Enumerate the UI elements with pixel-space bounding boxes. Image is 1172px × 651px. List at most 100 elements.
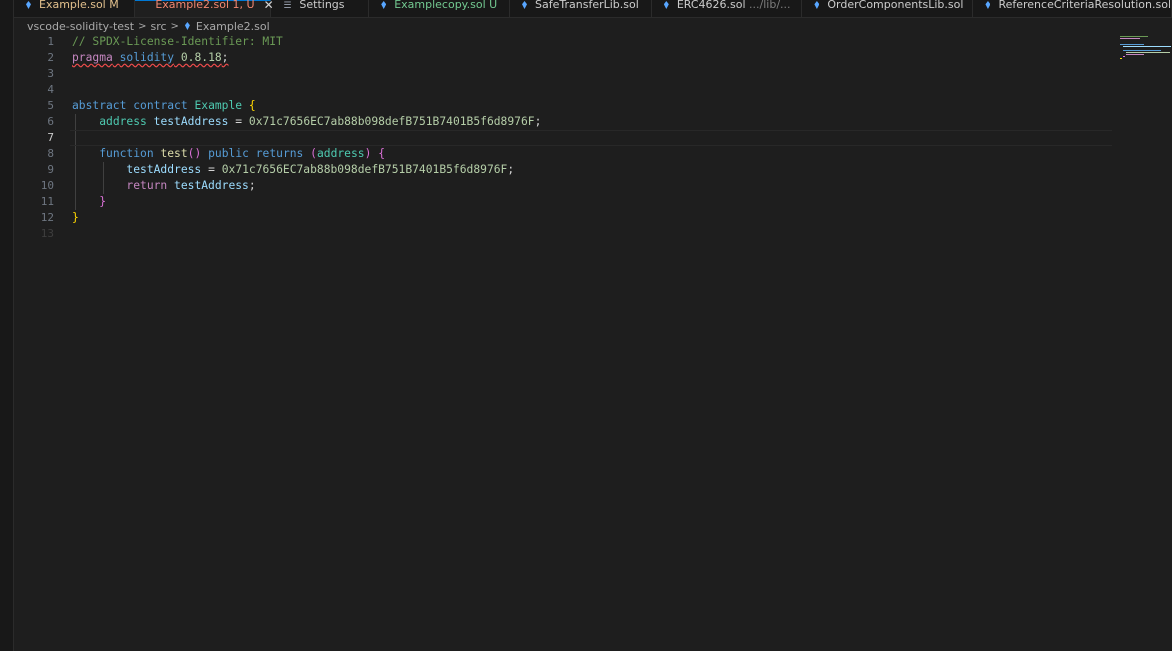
- minimap-line: [1120, 58, 1122, 59]
- keyword-token: public: [208, 147, 249, 160]
- brace-token: {: [378, 147, 386, 160]
- code-line: pragma solidity 0.8.18;: [72, 50, 1112, 66]
- line-number: 9: [47, 163, 54, 176]
- line-number: 1: [47, 35, 54, 48]
- minimap-line: [1123, 46, 1171, 47]
- brace-token: {: [248, 99, 256, 112]
- tab-label: Example2.sol 1, U: [155, 0, 254, 10]
- line-number: 5: [47, 99, 54, 112]
- keyword-token: solidity: [119, 51, 175, 64]
- tab-label: Settings: [299, 0, 344, 10]
- minimap-line: [1120, 36, 1148, 37]
- tab-settings[interactable]: ☰ Settings: [271, 0, 370, 17]
- solidity-file-icon: [381, 1, 387, 9]
- indent-guide: [75, 162, 76, 178]
- minimap-line: [1123, 50, 1161, 51]
- tab-filename: ERC4626.sol: [676, 0, 746, 11]
- line-number: 13: [40, 227, 54, 240]
- minimap[interactable]: [1118, 34, 1172, 74]
- indent-guide: [75, 194, 76, 210]
- code-line: return testAddress;: [72, 178, 1112, 194]
- minimap-line: [1123, 56, 1125, 57]
- tab-examplecopy-sol[interactable]: Examplecopy.sol U: [369, 0, 511, 17]
- keyword-token: function: [99, 147, 154, 160]
- indent-guide: [75, 146, 76, 162]
- solidity-file-icon: [522, 1, 528, 9]
- contract-name-token: Example: [194, 99, 243, 112]
- tab-status: 1, U: [232, 0, 255, 11]
- breadcrumb-item-file[interactable]: Example2.sol: [196, 20, 270, 33]
- error-squiggle[interactable]: pragma solidity 0.8.18;: [72, 51, 228, 64]
- keyword-token: pragma: [72, 51, 113, 64]
- tab-status: M: [109, 0, 119, 11]
- keyword-token: returns: [255, 147, 304, 160]
- code-line: address testAddress = 0x71c7656EC7ab88b0…: [72, 114, 1112, 130]
- tab-status: U: [489, 0, 498, 11]
- breadcrumb-item-folder[interactable]: vscode-solidity-test: [27, 20, 134, 33]
- keyword-token: abstract: [72, 99, 127, 112]
- line-number-gutter: 1 2 3 4 5 6 7 8 9 10 11 12 13: [14, 34, 54, 242]
- chevron-right-icon: >: [138, 20, 147, 32]
- code-line: function test() public returns (address)…: [72, 146, 1112, 162]
- code-editor[interactable]: 1 2 3 4 5 6 7 8 9 10 11 12 13 // SPDX-Li…: [14, 34, 1120, 651]
- variable-token: testAddress: [153, 115, 229, 128]
- code-area[interactable]: // SPDX-License-Identifier: MIT pragma s…: [70, 34, 1112, 242]
- chevron-right-icon: >: [170, 20, 179, 32]
- paren-token: (: [310, 147, 317, 160]
- code-line: }: [72, 194, 1112, 210]
- solidity-file-icon: [985, 1, 991, 9]
- tab-path-hint: .../lib/...: [749, 0, 791, 11]
- breadcrumb: vscode-solidity-test > src > Example2.so…: [27, 18, 270, 34]
- code-line: abstract contract Example {: [72, 98, 1112, 114]
- brace-token: }: [72, 211, 79, 224]
- tab-label: SafeTransferLib.sol: [535, 0, 639, 10]
- editor-tab-bar: Example.sol M Example2.sol 1, U ✕ ☰ Sett…: [14, 0, 1172, 18]
- brace-token: }: [99, 195, 107, 208]
- tab-erc4626-sol[interactable]: ERC4626.sol .../lib/...: [652, 0, 803, 17]
- paren-token: ): [194, 147, 202, 160]
- tab-safetransferlib-sol[interactable]: SafeTransferLib.sol: [510, 0, 652, 17]
- address-literal-token: 0x71c7656EC7ab88b098defB751B7401B5f6d897…: [221, 163, 508, 176]
- tab-ordercomponentslib-sol[interactable]: OrderComponentsLib.sol: [802, 0, 974, 17]
- line-number-current: 7: [47, 131, 54, 144]
- minimap-line: [1126, 52, 1170, 53]
- tab-filename: Example.sol: [39, 0, 106, 11]
- tab-filename: Example2.sol: [155, 0, 230, 11]
- solidity-file-icon: [814, 1, 820, 9]
- code-line: }: [72, 210, 1112, 226]
- operator-token: =: [208, 163, 215, 176]
- solidity-file-icon: [184, 22, 190, 30]
- semicolon-token: ;: [248, 179, 256, 192]
- keyword-token: return: [126, 179, 168, 192]
- code-line: testAddress = 0x71c7656EC7ab88b098defB75…: [72, 162, 1112, 178]
- tab-example2-sol[interactable]: Example2.sol 1, U ✕: [135, 0, 274, 17]
- variable-token: testAddress: [126, 163, 202, 176]
- code-line: // SPDX-License-Identifier: MIT: [72, 34, 1112, 50]
- solidity-file-icon: [26, 1, 31, 9]
- type-token: address: [316, 147, 365, 160]
- variable-token: testAddress: [174, 179, 249, 192]
- tab-referencecriteriaresolution-sol[interactable]: ReferenceCriteriaResolution.sol: [973, 0, 1172, 17]
- function-name-token: test: [160, 147, 188, 160]
- paren-token: ): [364, 147, 372, 160]
- line-number: 12: [40, 211, 54, 224]
- comment-token: // SPDX-License-Identifier: MIT: [72, 35, 283, 48]
- tab-label: Examplecopy.sol U: [394, 0, 497, 10]
- tab-label: Example.sol M: [39, 0, 119, 10]
- breadcrumb-item-src[interactable]: src: [150, 20, 166, 33]
- tab-filename: Examplecopy.sol: [394, 0, 486, 11]
- minimap-line: [1120, 44, 1144, 45]
- operator-token: =: [235, 115, 243, 128]
- minimap-line: [1120, 38, 1140, 39]
- tab-example-sol[interactable]: Example.sol M: [14, 0, 136, 17]
- indent-guide: [75, 178, 76, 194]
- tab-filename: Settings: [299, 0, 345, 11]
- tab-label: ReferenceCriteriaResolution.sol: [998, 0, 1171, 10]
- address-literal-token: 0x71c7656EC7ab88b098defB751B7401B5f6d897…: [248, 115, 535, 128]
- solidity-file-icon: [663, 1, 669, 9]
- line-number: 8: [47, 147, 54, 160]
- version-token: 0.8.18: [180, 51, 222, 64]
